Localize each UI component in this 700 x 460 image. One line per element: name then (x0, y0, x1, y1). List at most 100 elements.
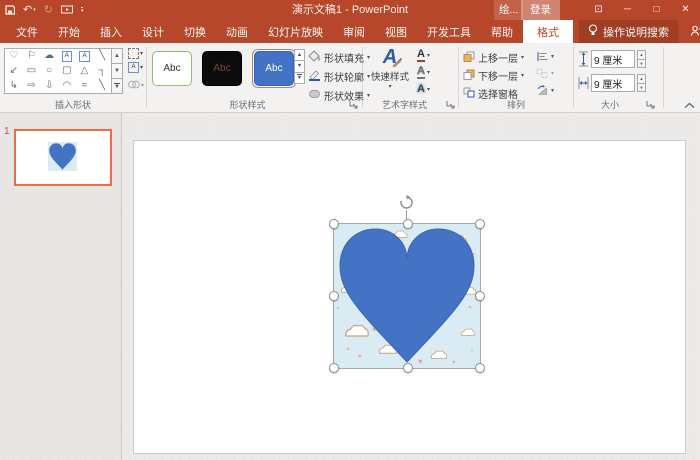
ribbon-tab-row: 文件 开始 插入 设计 切换 动画 幻灯片放映 审阅 视图 开发工具 帮助 格式… (0, 20, 700, 43)
style-scroll-up-icon[interactable]: ▲ (294, 49, 305, 62)
shape-height-icon (579, 51, 588, 67)
tab-file[interactable]: 文件 (6, 20, 48, 43)
draw-textbox-button[interactable]: A ▾ (128, 62, 146, 73)
save-icon[interactable] (5, 5, 15, 15)
selection-handle-sw[interactable] (329, 363, 339, 373)
shape-elbow-arrow[interactable]: ↳ (5, 78, 23, 93)
shape-cloud[interactable]: ☁ (40, 49, 58, 64)
tab-help[interactable]: 帮助 (481, 20, 523, 43)
tab-design[interactable]: 设计 (132, 20, 174, 43)
selection-handle-e[interactable] (475, 291, 485, 301)
merge-shapes-button[interactable]: ▾ (128, 76, 146, 94)
ribbon-display-options-icon[interactable]: ⊡ (584, 0, 613, 20)
tell-me-search[interactable]: 操作说明搜索 (579, 20, 678, 43)
tab-insert[interactable]: 插入 (90, 20, 132, 43)
shape-arc[interactable]: ◠ (58, 78, 76, 93)
shape-line-2[interactable]: ╲ (93, 78, 111, 93)
tab-format[interactable]: 格式 (523, 20, 573, 43)
shape-rectangle[interactable]: ▭ (23, 64, 41, 79)
send-backward-button[interactable]: 下移一层 ▾ (463, 68, 524, 83)
text-outline-button[interactable]: A ▾ (417, 65, 430, 79)
size-dialog-launcher-icon[interactable] (646, 100, 655, 109)
tab-animations[interactable]: 动画 (216, 20, 258, 43)
align-button[interactable]: ▾ (536, 49, 554, 63)
tab-home[interactable]: 开始 (48, 20, 90, 43)
tab-developer[interactable]: 开发工具 (417, 20, 481, 43)
thumbnail-heart-shape (49, 143, 76, 170)
close-icon[interactable]: ✕ (671, 0, 700, 20)
drawing-tools-contextual-header[interactable]: 绘... (494, 0, 524, 20)
bring-forward-button[interactable]: 上移一层 ▾ (463, 50, 524, 65)
maximize-icon[interactable]: □ (642, 0, 671, 20)
selection-handle-w[interactable] (329, 291, 339, 301)
style-scroll-down-icon[interactable]: ▼ (294, 61, 305, 73)
shape-style-preset-2[interactable]: Abc (202, 51, 242, 86)
selection-handle-ne[interactable] (475, 219, 485, 229)
edit-shape-button[interactable]: ▾ (128, 48, 146, 59)
qat-customize-icon[interactable]: ▾ (80, 6, 84, 14)
title-bar: ↶ ▾ ↻ ▾ 演示文稿1 - PowerPoint 绘... 登录 ⊡ ─ □ … (0, 0, 700, 20)
shape-vertical-textbox[interactable]: A (76, 49, 94, 64)
shape-down-arrow[interactable]: ⇩ (40, 78, 58, 93)
send-backward-icon (463, 69, 475, 83)
tab-review[interactable]: 审阅 (333, 20, 375, 43)
shape-outline-button[interactable]: 形状轮廓 ▾ (308, 69, 370, 84)
start-slideshow-icon[interactable] (60, 5, 73, 15)
width-spinner[interactable]: ▲ ▼ (637, 74, 646, 92)
gallery-more-icon[interactable]: ▼ (111, 79, 123, 94)
rotate-button[interactable]: ▾ (536, 83, 554, 97)
rotate-icon (538, 84, 547, 95)
selection-handle-n[interactable] (403, 219, 413, 229)
tab-slideshow[interactable]: 幻灯片放映 (258, 20, 333, 43)
selection-handle-nw[interactable] (329, 219, 339, 229)
shape-fill-button[interactable]: 形状填充 ▾ (308, 50, 370, 65)
text-fill-button[interactable]: A ▾ (417, 48, 430, 62)
shape-scribble[interactable]: ≈ (76, 78, 94, 93)
gallery-scroll: ▲ ▼ ▼ (111, 48, 123, 94)
tab-transitions[interactable]: 切换 (174, 20, 216, 43)
spin-up-icon: ▲ (637, 74, 646, 84)
text-effects-button[interactable]: A ▾ (417, 82, 430, 96)
shape-arrow-line[interactable]: ↙ (5, 64, 23, 79)
shape-triangle[interactable]: △ (76, 64, 94, 79)
tab-view[interactable]: 视图 (375, 20, 417, 43)
shape-style-preset-3-selected[interactable]: Abc (252, 49, 296, 88)
shape-line[interactable]: ╲ (93, 49, 111, 64)
gallery-scroll-up-icon[interactable]: ▲ (111, 48, 123, 64)
group-button[interactable]: ▾ (536, 66, 554, 80)
slide-thumbnail-panel: 1 (0, 113, 122, 460)
style-more-icon[interactable]: ▼ (294, 72, 305, 84)
shape-styles-dialog-launcher-icon[interactable] (349, 100, 358, 109)
shape-elbow-connector[interactable]: ┐ (93, 64, 111, 79)
slide-1-thumbnail[interactable] (14, 129, 112, 186)
share-button[interactable]: 共享 (678, 20, 700, 43)
shape-textbox[interactable]: A (58, 49, 76, 64)
editing-canvas[interactable]: ♥ ♥ ♥ ♥ ♥ ♥ (122, 113, 700, 460)
shape-flag[interactable]: ⚐ (23, 49, 41, 64)
wordart-dialog-launcher-icon[interactable] (446, 100, 455, 109)
window-controls: ⊡ ─ □ ✕ (584, 0, 700, 20)
signin-button[interactable]: 登录 (521, 0, 560, 20)
spin-up-icon: ▲ (637, 50, 646, 60)
textbox-icon: A (128, 62, 139, 73)
shape-style-preset-1[interactable]: Abc (152, 51, 192, 86)
group-label-wordart: 艺术字样式 (381, 100, 427, 110)
height-spinner[interactable]: ▲ ▼ (637, 50, 646, 68)
undo-icon[interactable]: ↶ ▾ (23, 4, 36, 16)
shape-rounded-rectangle[interactable]: ▢ (58, 64, 76, 79)
shape-right-arrow[interactable]: ⇨ (23, 78, 41, 93)
text-outline-icon: A (417, 64, 425, 79)
selection-handle-s[interactable] (403, 363, 413, 373)
selected-heart-object[interactable]: ♥ ♥ ♥ ♥ ♥ ♥ (329, 195, 485, 373)
minimize-icon[interactable]: ─ (613, 0, 642, 20)
selection-handle-se[interactable] (475, 363, 485, 373)
shape-oval[interactable]: ○ (40, 64, 58, 79)
shape-heart[interactable]: ♡ (5, 49, 23, 64)
shape-height-input[interactable] (591, 50, 635, 68)
rotation-handle[interactable] (399, 195, 414, 210)
spin-down-icon: ▼ (637, 83, 646, 92)
shape-width-input[interactable] (591, 74, 635, 92)
gallery-scroll-down-icon[interactable]: ▼ (111, 64, 123, 79)
collapse-ribbon-icon[interactable] (684, 102, 695, 109)
quick-styles-button[interactable]: A 快速样式 ▾ (368, 47, 412, 103)
